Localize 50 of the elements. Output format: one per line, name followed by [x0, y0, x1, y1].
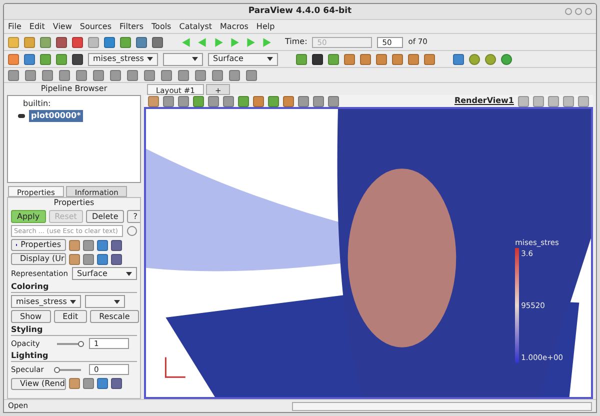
dropdown[interactable]: [85, 295, 125, 308]
caret-icon: [70, 300, 76, 304]
time-label: Time:: [285, 36, 308, 48]
caret-icon: [114, 300, 120, 304]
array-dropdown[interactable]: mises_stress: [88, 52, 158, 66]
toolbar-icon[interactable]: [312, 54, 323, 64]
help-button[interactable]: ?: [127, 210, 140, 223]
caret-icon: [147, 57, 153, 61]
menu-item[interactable]: Sources: [80, 20, 112, 32]
slider-thumb[interactable]: [78, 340, 84, 347]
section-toggle-button[interactable]: Properties: [11, 239, 66, 251]
panel-title: Properties: [52, 198, 96, 208]
action-button[interactable]: Rescale: [90, 310, 139, 323]
caret-icon: [192, 57, 198, 61]
toolbar-icon[interactable]: [72, 54, 83, 64]
slider-track: [57, 342, 81, 345]
action-button[interactable]: Show: [11, 310, 51, 323]
menu-item[interactable]: Macros: [220, 20, 248, 32]
toolbar-icon[interactable]: [111, 240, 122, 250]
tree-item[interactable]: plot00000*: [29, 110, 83, 122]
action-button[interactable]: Edit: [54, 310, 88, 323]
slider-thumb[interactable]: [54, 366, 60, 373]
menu-item[interactable]: Tools: [152, 20, 172, 32]
section-toggle-button[interactable]: Display (Ur: [11, 253, 66, 265]
apply-button[interactable]: Apply: [11, 210, 46, 223]
dropdown[interactable]: Surface: [72, 267, 137, 280]
dropdown[interactable]: mises_stress: [11, 295, 81, 308]
section-heading: Lighting: [11, 351, 137, 362]
menu-item[interactable]: Edit: [29, 20, 45, 32]
toolbar-icon[interactable]: [56, 36, 67, 48]
menu-item[interactable]: View: [52, 20, 72, 32]
representation-dropdown[interactable]: Surface: [208, 52, 278, 66]
menu-item[interactable]: Help: [256, 20, 275, 32]
caret-icon: [267, 57, 273, 61]
tree-item[interactable]: builtin:: [21, 98, 53, 110]
menu-item[interactable]: Catalyst: [179, 20, 212, 32]
toolbar-icon[interactable]: [152, 36, 163, 48]
menu-item[interactable]: Filters: [120, 20, 144, 32]
view-title: RenderView1: [454, 95, 514, 107]
menu-item[interactable]: File: [8, 20, 22, 32]
section-heading: Styling: [11, 325, 137, 336]
section-toggle-button[interactable]: View (Rend: [11, 378, 66, 390]
delete-button[interactable]: Delete: [86, 210, 124, 223]
section-heading: Coloring: [11, 282, 137, 293]
panel-title: Pipeline Browser: [40, 83, 108, 95]
toolbar-icon[interactable]: [111, 254, 122, 264]
window-title: ParaView 4.4.0 64-bit: [248, 5, 352, 18]
caret-icon: [126, 272, 132, 276]
component-dropdown[interactable]: [163, 52, 203, 66]
slider-track: [57, 368, 81, 371]
